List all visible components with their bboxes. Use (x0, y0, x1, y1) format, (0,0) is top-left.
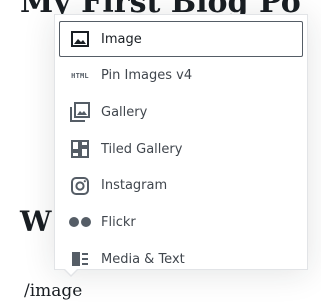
popover-arrow (63, 268, 79, 277)
autocomplete-item-image[interactable]: Image (59, 21, 303, 57)
heading-block[interactable]: W (20, 206, 51, 238)
autocomplete-item-gallery[interactable]: Gallery (59, 94, 303, 130)
autocomplete-item-tiled-gallery[interactable]: Tiled Gallery (59, 131, 303, 167)
autocomplete-item-label: Instagram (101, 178, 168, 194)
flickr-icon (68, 210, 92, 234)
autocomplete-item-label: Image (101, 31, 142, 47)
autocomplete-item-pin-images[interactable]: HTML Pin Images v4 (59, 58, 303, 94)
paragraph-block-slash-command[interactable]: /image (24, 280, 82, 302)
autocomplete-item-label: Pin Images v4 (101, 68, 193, 84)
autocomplete-item-label: Tiled Gallery (101, 141, 183, 157)
tiled-gallery-icon (68, 137, 92, 161)
image-icon (68, 27, 92, 51)
autocomplete-item-media-text[interactable]: Media & Text (59, 241, 303, 277)
block-autocomplete-popover: Image HTML Pin Images v4 Gallery Tiled G (54, 14, 308, 270)
html-icon: HTML (71, 71, 89, 80)
autocomplete-item-flickr[interactable]: Flickr (59, 204, 303, 240)
autocomplete-item-label: Media & Text (101, 251, 185, 267)
autocomplete-item-label: Flickr (101, 214, 136, 230)
instagram-icon (68, 174, 92, 198)
gallery-icon (68, 100, 92, 124)
autocomplete-item-label: Gallery (101, 104, 148, 120)
autocomplete-item-instagram[interactable]: Instagram (59, 168, 303, 204)
